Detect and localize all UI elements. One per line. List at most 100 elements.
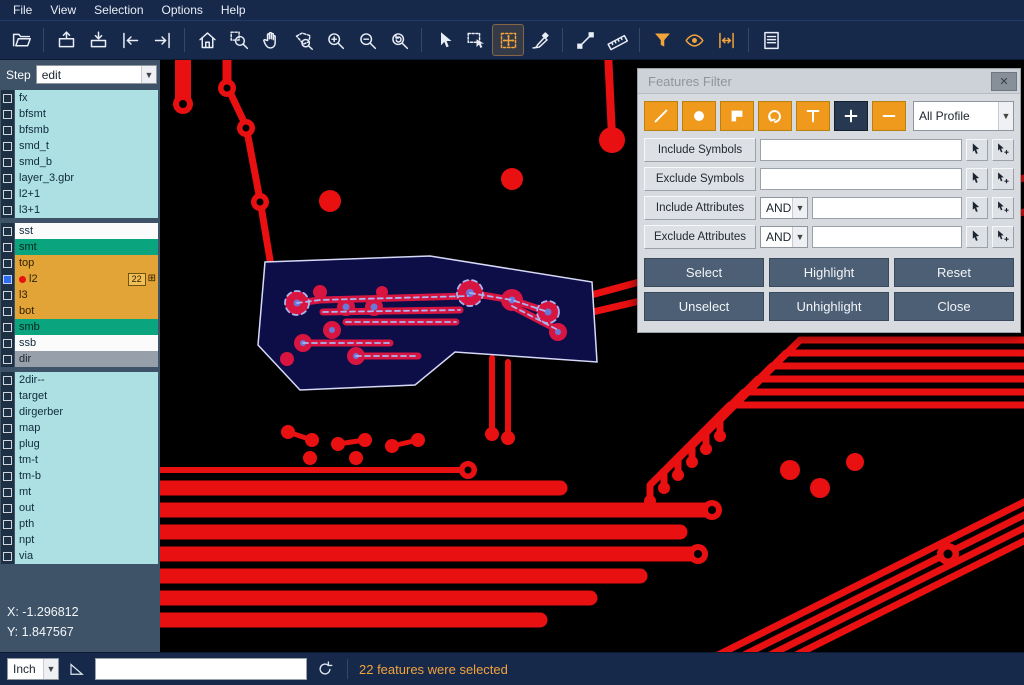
pcb-canvas[interactable]: Features Filter All Profile ▼ Include Sy… [160, 60, 1024, 652]
layer-visibility-checkbox[interactable] [1, 138, 14, 154]
layer-row-l2[interactable]: l222⊞ [1, 271, 158, 287]
layer-visibility-checkbox[interactable] [1, 351, 14, 367]
layer-visibility-checkbox[interactable] [1, 239, 14, 255]
unhighlight-button[interactable]: Unhighlight [769, 292, 889, 321]
highlight-button[interactable]: Highlight [769, 258, 889, 287]
layer-visibility-checkbox[interactable] [1, 532, 14, 548]
menu-item-selection[interactable]: Selection [85, 1, 152, 19]
layer-visibility-checkbox[interactable] [1, 255, 14, 271]
layer-visibility-checkbox[interactable] [1, 516, 14, 532]
reset-button[interactable]: Reset [894, 258, 1014, 287]
layer-row-mt[interactable]: mt [1, 484, 158, 500]
zoom-reset-button[interactable] [384, 25, 414, 55]
layer-row-smd_b[interactable]: smd_b [1, 154, 158, 170]
layer-row-l3[interactable]: l3 [1, 287, 158, 303]
layer-visibility-checkbox[interactable] [1, 170, 14, 186]
layer-row-top[interactable]: top [1, 255, 158, 271]
include-symbols-button[interactable]: Include Symbols [644, 138, 756, 162]
export-step-button[interactable] [51, 25, 81, 55]
layer-row-map[interactable]: map [1, 420, 158, 436]
include-symbols-pick-add-button[interactable] [992, 139, 1014, 161]
layer-row-smd_t[interactable]: smd_t [1, 138, 158, 154]
menu-item-view[interactable]: View [41, 1, 85, 19]
exclude-attributes-input[interactable] [812, 226, 962, 248]
move-select-button[interactable] [493, 25, 523, 55]
layer-visibility-checkbox[interactable] [1, 372, 14, 388]
visibility-button[interactable] [679, 25, 709, 55]
line-tool-button[interactable] [644, 101, 678, 131]
layer-row-via[interactable]: via [1, 548, 158, 564]
layer-visibility-checkbox[interactable] [1, 319, 14, 335]
layer-row-sst[interactable]: sst [1, 223, 158, 239]
layer-visibility-checkbox[interactable] [1, 202, 14, 218]
layer-visibility-checkbox[interactable] [1, 90, 14, 106]
zoom-area-button[interactable] [224, 25, 254, 55]
exclude-symbols-button[interactable]: Exclude Symbols [644, 167, 756, 191]
zoom-in-button[interactable] [320, 25, 350, 55]
step-select[interactable]: edit ▼ [36, 65, 157, 84]
zoom-out-button[interactable] [352, 25, 382, 55]
exclude-symbols-pick-button[interactable] [966, 168, 988, 190]
layer-visibility-checkbox[interactable] [1, 404, 14, 420]
home-view-button[interactable] [192, 25, 222, 55]
menu-item-options[interactable]: Options [153, 1, 212, 19]
layer-row-bot[interactable]: bot [1, 303, 158, 319]
layer-row-bfsmb[interactable]: bfsmb [1, 122, 158, 138]
layer-row-npt[interactable]: npt [1, 532, 158, 548]
layer-row-ssb[interactable]: ssb [1, 335, 158, 351]
remove-tool-button[interactable] [872, 101, 906, 131]
layer-visibility-checkbox[interactable] [1, 303, 14, 319]
layer-row-dirgerber[interactable]: dirgerber [1, 404, 158, 420]
surface-tool-button[interactable] [720, 101, 754, 131]
layer-row-l3+1[interactable]: l3+1 [1, 202, 158, 218]
layer-visibility-checkbox[interactable] [1, 223, 14, 239]
layer-visibility-checkbox[interactable] [1, 106, 14, 122]
import-step-button[interactable] [83, 25, 113, 55]
exclude-symbols-input[interactable] [760, 168, 962, 190]
include-symbols-input[interactable] [760, 139, 962, 161]
unit-select[interactable]: Inch ▼ [7, 658, 59, 680]
exclude-symbols-pick-add-button[interactable] [992, 168, 1014, 190]
layer-visibility-checkbox[interactable] [1, 436, 14, 452]
pan-button[interactable] [256, 25, 286, 55]
profile-select[interactable]: All Profile ▼ [913, 101, 1014, 131]
layer-row-tm-b[interactable]: tm-b [1, 468, 158, 484]
layer-visibility-checkbox[interactable] [1, 186, 14, 202]
layer-row-pth[interactable]: pth [1, 516, 158, 532]
line-endpoints-button[interactable] [570, 25, 600, 55]
layer-visibility-checkbox[interactable] [1, 452, 14, 468]
close-button[interactable]: Close [894, 292, 1014, 321]
pointer-select-button[interactable] [429, 25, 459, 55]
layer-row-bfsmt[interactable]: bfsmt [1, 106, 158, 122]
dialog-titlebar[interactable]: Features Filter [638, 69, 1020, 94]
refresh-icon[interactable] [314, 658, 336, 680]
include-attributes-operator-select[interactable]: AND▼ [760, 197, 808, 219]
layer-row-fx[interactable]: fx [1, 90, 158, 106]
pad-tool-button[interactable] [682, 101, 716, 131]
measure-spacing-button[interactable] [711, 25, 741, 55]
layer-visibility-checkbox[interactable] [1, 287, 14, 303]
layer-visibility-checkbox[interactable] [1, 468, 14, 484]
layer-row-target[interactable]: target [1, 388, 158, 404]
menu-item-help[interactable]: Help [212, 1, 255, 19]
include-attributes-pick-add-button[interactable] [992, 197, 1014, 219]
layer-row-dir[interactable]: dir [1, 351, 158, 367]
layer-row-2dir--[interactable]: 2dir-- [1, 372, 158, 388]
layer-row-l2+1[interactable]: l2+1 [1, 186, 158, 202]
layer-visibility-checkbox[interactable] [1, 500, 14, 516]
layer-visibility-checkbox[interactable] [1, 420, 14, 436]
open-folder-button[interactable] [6, 25, 36, 55]
exclude-attributes-button[interactable]: Exclude Attributes [644, 225, 756, 249]
add-tool-button[interactable] [834, 101, 868, 131]
include-attributes-input[interactable] [812, 197, 962, 219]
layer-row-layer_3.gbr[interactable]: layer_3.gbr [1, 170, 158, 186]
notes-button[interactable] [756, 25, 786, 55]
layer-visibility-checkbox[interactable] [1, 484, 14, 500]
layer-row-out[interactable]: out [1, 500, 158, 516]
layer-row-tm-t[interactable]: tm-t [1, 452, 158, 468]
next-step-button[interactable] [147, 25, 177, 55]
rect-select-button[interactable] [461, 25, 491, 55]
select-button[interactable]: Select [644, 258, 764, 287]
include-attributes-button[interactable]: Include Attributes [644, 196, 756, 220]
exclude-attributes-pick-add-button[interactable] [992, 226, 1014, 248]
